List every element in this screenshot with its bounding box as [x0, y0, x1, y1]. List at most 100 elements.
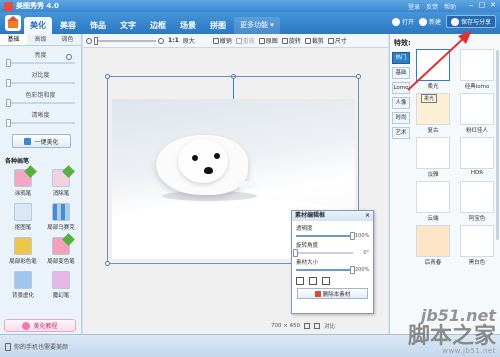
- fit-icon[interactable]: [304, 323, 311, 329]
- crop-button[interactable]: 裁剪: [304, 36, 324, 45]
- tab-frame[interactable]: 边框: [144, 17, 172, 34]
- background-blur-tool[interactable]: 背景虚化: [5, 270, 41, 302]
- magic-icon: [24, 137, 32, 145]
- magic-pen-tool[interactable]: 魔幻笔: [43, 270, 79, 302]
- title-bar: 美图秀秀 4.0 登录 反馈 帮助 ‒ □ ✕: [0, 0, 500, 12]
- reset-icon[interactable]: [66, 54, 72, 60]
- effect-black-white[interactable]: 黑白色: [457, 225, 497, 267]
- slider-thumb[interactable]: [6, 59, 11, 67]
- subtab-color[interactable]: 调色: [54, 34, 81, 45]
- effect-youth[interactable]: 后青春: [413, 225, 453, 267]
- trash-icon: [314, 290, 321, 297]
- slider-thumb[interactable]: [6, 99, 11, 107]
- login-link[interactable]: 登录: [408, 2, 420, 11]
- zoom-in-icon[interactable]: [158, 37, 164, 44]
- effect-hdr[interactable]: HDR: [457, 137, 497, 179]
- resize-button[interactable]: 尺寸: [327, 36, 347, 45]
- help-link[interactable]: 帮助: [444, 2, 456, 11]
- category-fashion[interactable]: 时尚: [392, 112, 410, 124]
- subtab-basic[interactable]: 基础: [0, 34, 27, 45]
- one-key-beautify-button[interactable]: 一键美化: [12, 134, 71, 148]
- rotation-value: 0°: [363, 250, 369, 256]
- transparency-slider[interactable]: 100%: [296, 232, 369, 240]
- category-portrait[interactable]: 人像: [392, 97, 410, 109]
- resize-handle-tl[interactable]: [105, 74, 110, 79]
- tab-text[interactable]: 文字: [114, 17, 142, 34]
- cutout-pen-tool[interactable]: 抠图笔: [5, 202, 41, 234]
- compare-icon[interactable]: [314, 323, 321, 329]
- material-actions: [292, 273, 373, 285]
- redo-icon: [235, 37, 242, 44]
- transparency-thumb[interactable]: [350, 232, 355, 240]
- saturation-slider[interactable]: [6, 99, 75, 107]
- tutorial-button[interactable]: 美化教程: [4, 319, 76, 332]
- doodle-pen-tool[interactable]: 涂鸦笔: [5, 165, 41, 200]
- rotation-track[interactable]: [293, 249, 353, 257]
- tab-scene[interactable]: 场景: [174, 17, 202, 34]
- mosaic-pen-tool[interactable]: 局部马赛克: [43, 202, 79, 234]
- effects-scrollbar[interactable]: [496, 50, 499, 240]
- tab-accessories[interactable]: 饰品: [84, 17, 112, 34]
- tab-beautify[interactable]: 美化: [24, 17, 52, 34]
- effect-abao[interactable]: 阿宝色: [457, 181, 497, 223]
- delete-material-button[interactable]: 删除本素材: [297, 288, 368, 299]
- slider-thumb[interactable]: [6, 79, 11, 87]
- minimize-icon[interactable]: ‒: [466, 1, 476, 10]
- new-button[interactable]: 新建: [418, 17, 441, 26]
- zoom-slider[interactable]: [94, 36, 156, 45]
- redo-button[interactable]: 重做: [235, 36, 255, 45]
- category-art[interactable]: 艺术: [392, 127, 410, 139]
- slider-thumb[interactable]: [6, 119, 11, 127]
- feedback-link[interactable]: 反馈: [426, 2, 438, 11]
- rotation-thumb[interactable]: [293, 249, 298, 257]
- compare-label[interactable]: 对比: [324, 322, 335, 330]
- recolor-pen-tool[interactable]: 局部变色笔: [43, 233, 79, 268]
- resize-handle-bl[interactable]: [105, 261, 110, 266]
- size-thumb[interactable]: [350, 266, 355, 274]
- original-icon: [258, 37, 265, 44]
- original-image-button[interactable]: 原图: [258, 36, 278, 45]
- undo-button[interactable]: 撤销: [212, 36, 232, 45]
- flip-horizontal-icon[interactable]: [296, 277, 304, 285]
- material-edit-panel: 素材编辑框 × 透明度 100% 旋转角度 0° 素材大小 200% 删除本素材: [291, 210, 374, 314]
- home-icon[interactable]: [5, 15, 21, 31]
- panel-close-icon[interactable]: ×: [365, 211, 370, 221]
- zoom-out-icon[interactable]: [86, 37, 92, 44]
- effect-cloud[interactable]: 云端: [413, 181, 453, 223]
- eraser-pen-tool[interactable]: 消除笔: [43, 165, 79, 200]
- original-size-button[interactable]: 原大: [183, 36, 195, 45]
- tab-collage[interactable]: 拼图: [204, 17, 232, 34]
- rotate-button[interactable]: 旋转: [281, 36, 301, 45]
- effect-elegant[interactable]: 淡雅: [413, 137, 453, 179]
- phone-promo-link[interactable]: 你的手机也需要美颜: [5, 342, 68, 351]
- close-icon[interactable]: ✕: [488, 1, 498, 10]
- material-panel-header: 素材编辑框 ×: [292, 211, 373, 221]
- seal-nose: [204, 167, 213, 174]
- subtab-advanced[interactable]: 高级: [27, 34, 54, 45]
- more-functions-menu[interactable]: 更多功能 ▾: [234, 17, 280, 34]
- ratio-button[interactable]: 1:1: [168, 37, 179, 44]
- local-color-pen-tool[interactable]: 局部彩色笔: [5, 236, 41, 268]
- size-fill: [296, 269, 353, 271]
- flip-vertical-icon[interactable]: [309, 277, 317, 285]
- watermark-url: www.jb51.net: [442, 347, 496, 355]
- resize-handle-tr[interactable]: [356, 74, 361, 79]
- open-button[interactable]: 打开: [391, 17, 414, 26]
- watermark-name: 脚本之家: [407, 324, 496, 349]
- seal-eye-left: [192, 155, 198, 161]
- tab-beauty[interactable]: 美容: [54, 17, 82, 34]
- contrast-slider[interactable]: [6, 79, 75, 87]
- size-track[interactable]: [296, 266, 355, 274]
- resize-icon: [327, 37, 334, 44]
- doodle-pen-icon: [14, 165, 37, 187]
- rotation-label: 旋转角度: [296, 243, 319, 249]
- effect-pink-lady[interactable]: 粉红佳人: [457, 93, 497, 135]
- rotation-slider[interactable]: 0°: [293, 249, 369, 257]
- effect-thumbnail: [460, 137, 494, 169]
- sharpness-slider[interactable]: [6, 119, 75, 127]
- maximize-icon[interactable]: □: [477, 1, 487, 10]
- zoom-thumb[interactable]: [94, 36, 98, 45]
- transparency-track[interactable]: [296, 232, 355, 240]
- copy-icon[interactable]: [322, 277, 330, 285]
- brightness-slider[interactable]: [6, 59, 75, 67]
